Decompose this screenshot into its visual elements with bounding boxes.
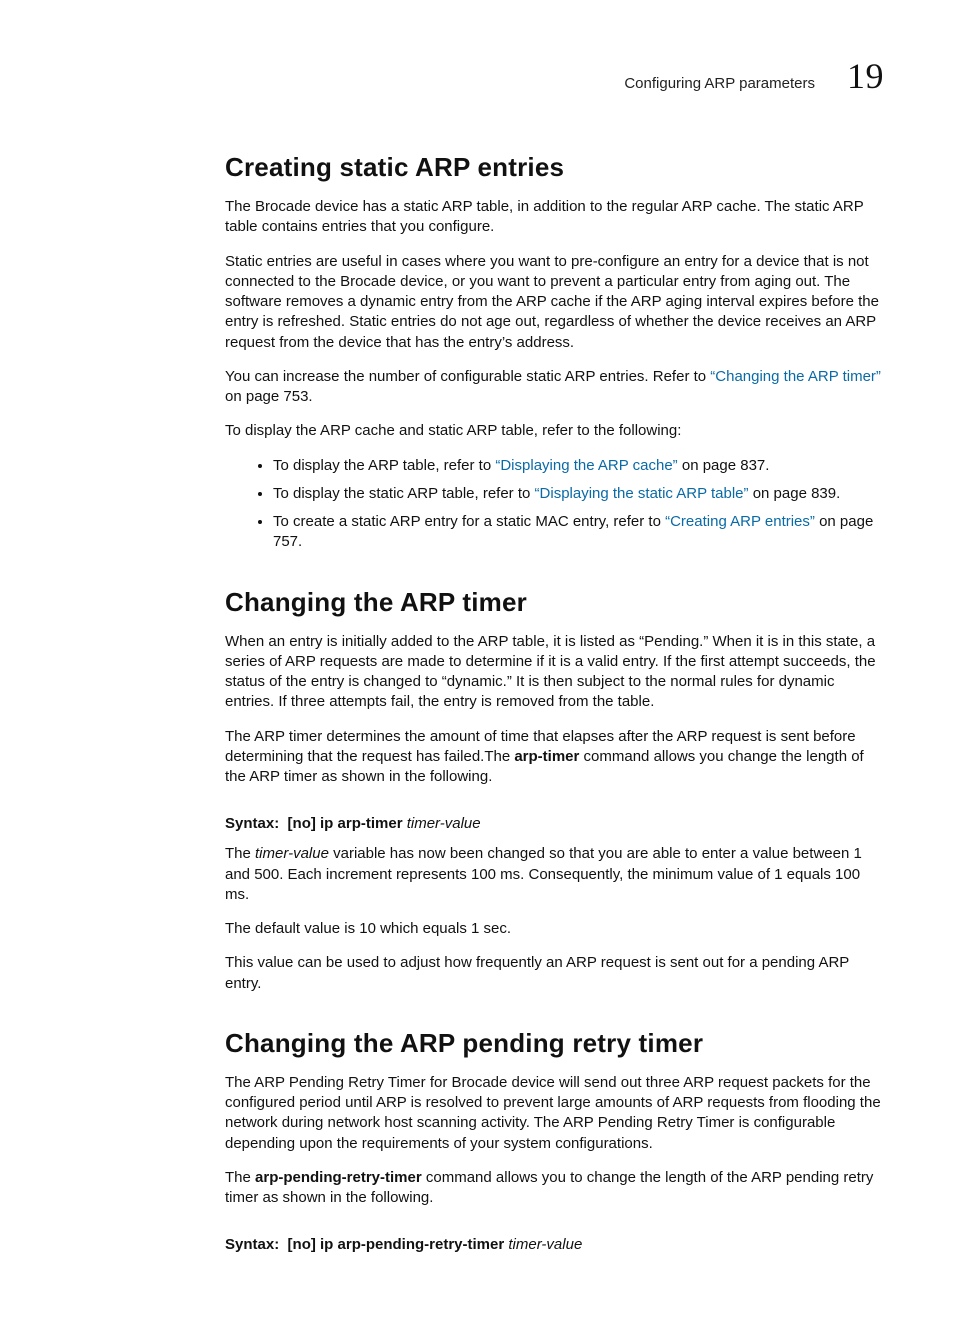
heading-creating-static-arp-entries: Creating static ARP entries xyxy=(225,152,884,183)
body-text: The ARP Pending Retry Timer for Brocade … xyxy=(225,1073,884,1154)
heading-changing-arp-timer: Changing the ARP timer xyxy=(225,587,884,618)
list-item: To create a static ARP entry for a stati… xyxy=(273,512,884,553)
text-run: The xyxy=(225,845,255,862)
text-run: The xyxy=(225,1169,255,1186)
text-run: To display the static ARP table, refer t… xyxy=(273,485,535,502)
command-name: arp-timer xyxy=(514,748,579,765)
body-text: The ARP timer determines the amount of t… xyxy=(225,727,884,788)
body-text: The timer-value variable has now been ch… xyxy=(225,844,884,905)
syntax-label: Syntax: xyxy=(225,815,279,832)
body-text: The default value is 10 which equals 1 s… xyxy=(225,919,884,939)
text-run: You can increase the number of configura… xyxy=(225,368,710,385)
syntax-line: Syntax: [no] ip arp-timer timer-value xyxy=(225,815,884,832)
body-text: To display the ARP cache and static ARP … xyxy=(225,421,884,441)
body-text: The Brocade device has a static ARP tabl… xyxy=(225,197,884,238)
text-run: To create a static ARP entry for a stati… xyxy=(273,513,665,530)
text-run: on page 753. xyxy=(225,388,313,405)
syntax-variable: timer-value xyxy=(508,1236,582,1253)
page: Configuring ARP parameters 19 Creating s… xyxy=(0,0,954,1325)
syntax-label: Syntax: xyxy=(225,1236,279,1253)
chapter-number: 19 xyxy=(847,55,884,97)
bullet-list: To display the ARP table, refer to “Disp… xyxy=(225,456,884,553)
syntax-variable: timer-value xyxy=(407,815,481,832)
text-run: To display the ARP table, refer to xyxy=(273,457,495,474)
body-text: You can increase the number of configura… xyxy=(225,367,884,408)
list-item: To display the static ARP table, refer t… xyxy=(273,484,884,504)
body-text: When an entry is initially added to the … xyxy=(225,632,884,713)
running-header: Configuring ARP parameters 19 xyxy=(225,55,884,97)
link-displaying-arp-cache[interactable]: “Displaying the ARP cache” xyxy=(495,457,677,474)
body-text: This value can be used to adjust how fre… xyxy=(225,953,884,994)
link-changing-arp-timer[interactable]: “Changing the ARP timer” xyxy=(710,368,881,385)
running-title: Configuring ARP parameters xyxy=(624,75,815,92)
body-text: The arp-pending-retry-timer command allo… xyxy=(225,1168,884,1209)
body-text: Static entries are useful in cases where… xyxy=(225,252,884,353)
syntax-line: Syntax: [no] ip arp-pending-retry-timer … xyxy=(225,1236,884,1253)
link-creating-arp-entries[interactable]: “Creating ARP entries” xyxy=(665,513,815,530)
syntax-body: [no] ip arp-pending-retry-timer xyxy=(288,1236,505,1253)
list-item: To display the ARP table, refer to “Disp… xyxy=(273,456,884,476)
command-name: arp-pending-retry-timer xyxy=(255,1169,422,1186)
heading-changing-arp-pending-retry-timer: Changing the ARP pending retry timer xyxy=(225,1028,884,1059)
text-run: on page 837. xyxy=(678,457,770,474)
link-displaying-static-arp-table[interactable]: “Displaying the static ARP table” xyxy=(535,485,749,502)
variable-name: timer-value xyxy=(255,845,329,862)
text-run: on page 839. xyxy=(749,485,841,502)
syntax-body: [no] ip arp-timer xyxy=(288,815,403,832)
